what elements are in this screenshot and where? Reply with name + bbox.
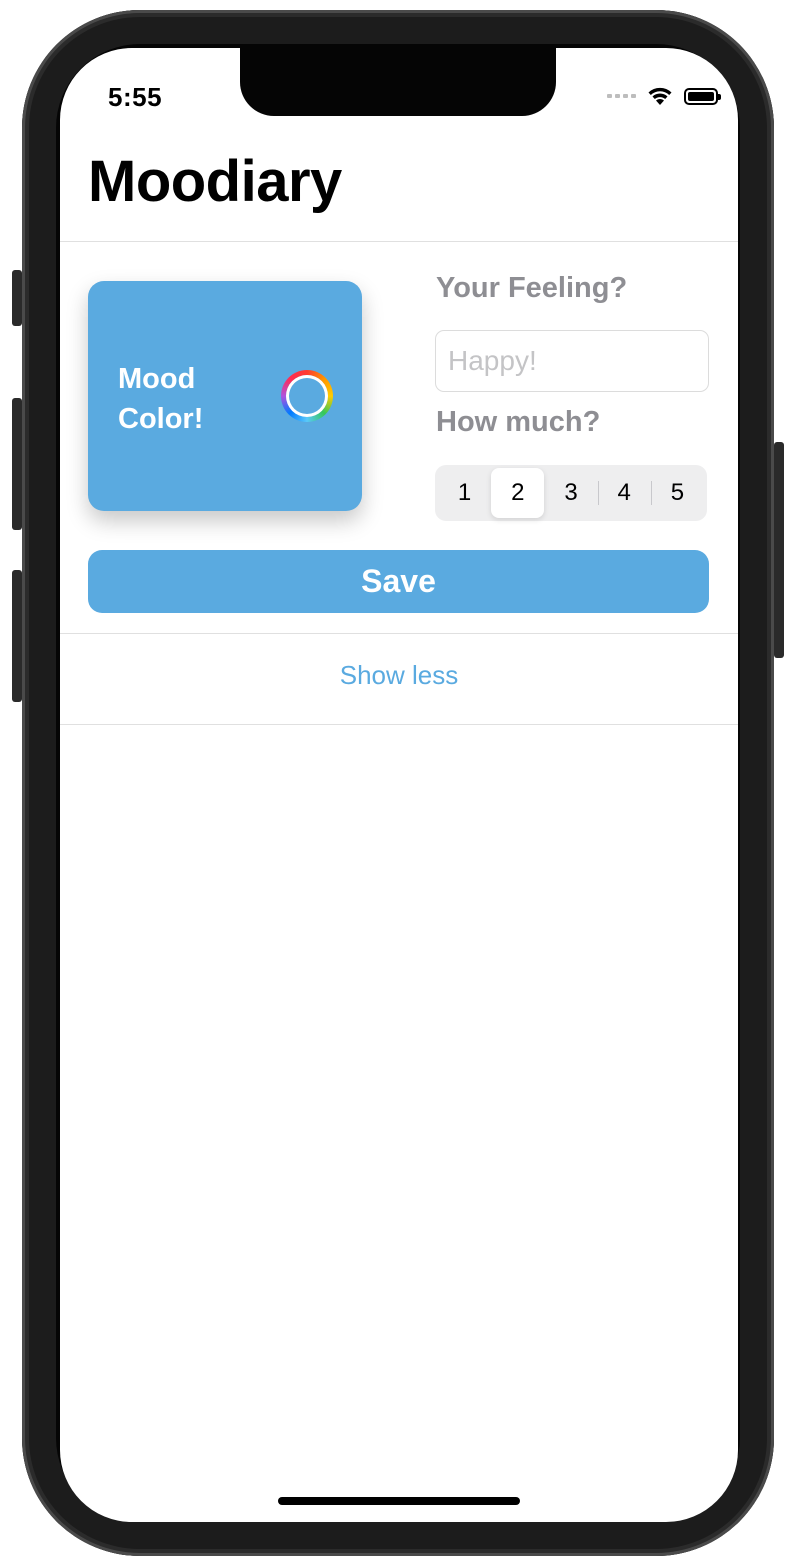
page-title: Moodiary xyxy=(88,149,342,214)
home-indicator xyxy=(278,1497,520,1505)
mute-switch xyxy=(12,270,22,326)
intensity-label: How much? xyxy=(436,406,601,438)
color-wheel-icon[interactable] xyxy=(281,370,333,422)
app-screen: 5:55 Moodiary Mood Color! Your Feeling? … xyxy=(60,48,738,1522)
mood-color-card[interactable]: Mood Color! xyxy=(88,281,362,511)
save-divider xyxy=(60,633,738,634)
show-less-button[interactable]: Show less xyxy=(60,660,738,691)
save-button[interactable]: Save xyxy=(88,550,709,613)
header-divider xyxy=(60,241,738,242)
battery-icon xyxy=(684,87,721,105)
volume-up-button xyxy=(12,398,22,530)
mood-color-label: Mood Color! xyxy=(118,363,204,435)
segment-2[interactable]: 2 xyxy=(491,468,545,518)
intensity-segmented-control: 1 2 3 4 5 xyxy=(435,465,707,521)
list-divider xyxy=(60,724,738,725)
status-icons xyxy=(607,86,721,106)
notch xyxy=(240,48,556,116)
signal-icon xyxy=(607,94,636,98)
status-time: 5:55 xyxy=(108,82,163,112)
power-button xyxy=(774,442,784,658)
segment-4[interactable]: 4 xyxy=(597,468,651,518)
feeling-input[interactable] xyxy=(435,330,709,392)
feeling-label: Your Feeling? xyxy=(436,272,628,304)
segment-1[interactable]: 1 xyxy=(438,468,491,518)
volume-down-button xyxy=(12,570,22,702)
wifi-icon xyxy=(648,87,672,105)
segment-5[interactable]: 5 xyxy=(650,468,704,518)
segment-3[interactable]: 3 xyxy=(544,468,597,518)
